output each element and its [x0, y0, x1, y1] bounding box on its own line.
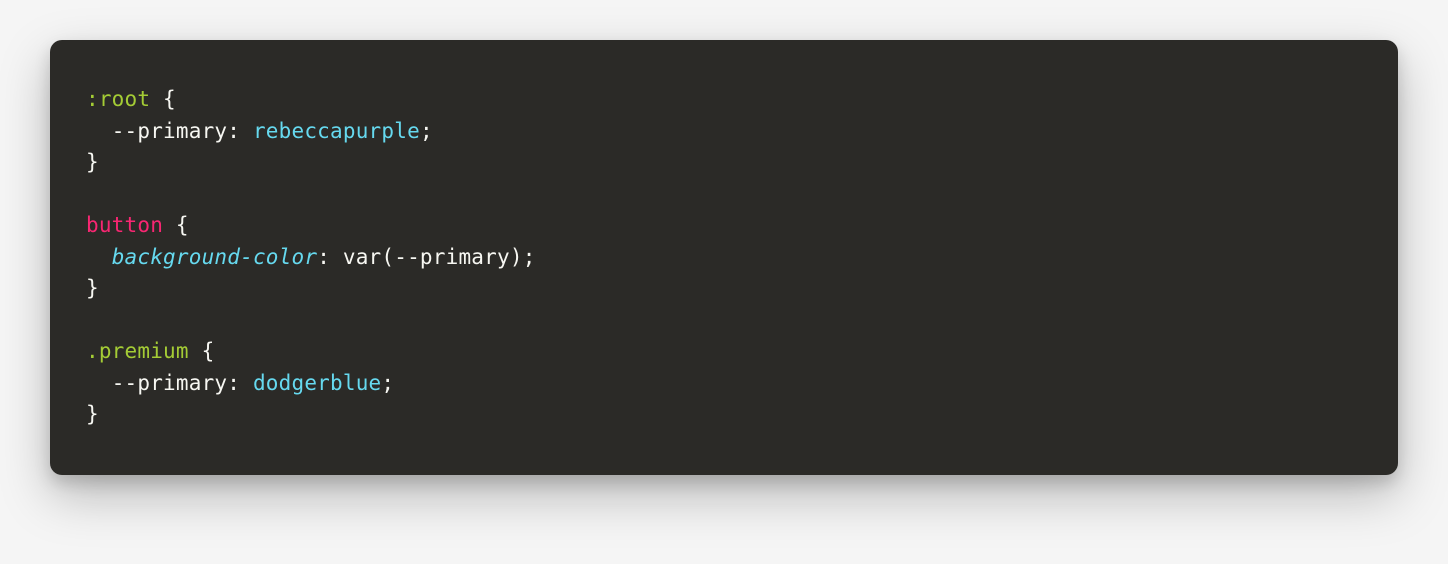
code-line: --primary: rebeccapurple;	[86, 119, 433, 143]
semicolon-token: ;	[381, 371, 394, 395]
brace-token: }	[86, 150, 99, 174]
css-code-block: :root { --primary: rebeccapurple; } butt…	[50, 40, 1398, 475]
selector-token: :root	[86, 87, 150, 111]
code-line: --primary: dodgerblue;	[86, 371, 394, 395]
brace-token: {	[150, 87, 176, 111]
indent	[86, 245, 112, 269]
semicolon-token: ;	[420, 119, 433, 143]
indent	[86, 119, 112, 143]
brace-token: {	[189, 339, 215, 363]
selector-token: .premium	[86, 339, 189, 363]
indent	[86, 371, 112, 395]
property-token: background-color	[112, 245, 318, 269]
code-line: :root {	[86, 87, 176, 111]
semicolon-token: ;	[523, 245, 536, 269]
code-line: }	[86, 402, 99, 426]
code-line: background-color: var(--primary);	[86, 245, 536, 269]
custom-property-token: --primary	[112, 119, 228, 143]
value-token: rebeccapurple	[253, 119, 420, 143]
colon-token: :	[317, 245, 343, 269]
code-line: button {	[86, 213, 189, 237]
colon-token: :	[227, 371, 253, 395]
value-token: dodgerblue	[253, 371, 381, 395]
argument-token: --primary	[394, 245, 510, 269]
code-line: }	[86, 276, 99, 300]
code-line: }	[86, 150, 99, 174]
custom-property-token: --primary	[112, 371, 228, 395]
paren-token: (	[381, 245, 394, 269]
paren-token: )	[510, 245, 523, 269]
brace-token: }	[86, 402, 99, 426]
brace-token: }	[86, 276, 99, 300]
function-token: var	[343, 245, 382, 269]
colon-token: :	[227, 119, 253, 143]
brace-token: {	[163, 213, 189, 237]
code-line: .premium {	[86, 339, 214, 363]
selector-token: button	[86, 213, 163, 237]
